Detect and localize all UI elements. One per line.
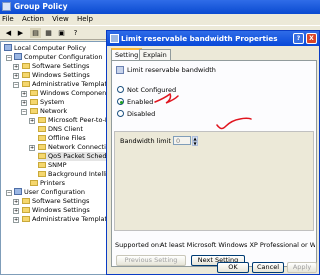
annotation-mark-enabled [154,92,179,104]
annotation-mark-bandwidth [216,117,252,130]
annotation-overlay [154,92,252,130]
group-policy-window: Group Policy File Action View Help ◀ ▶ ▤… [0,0,320,275]
